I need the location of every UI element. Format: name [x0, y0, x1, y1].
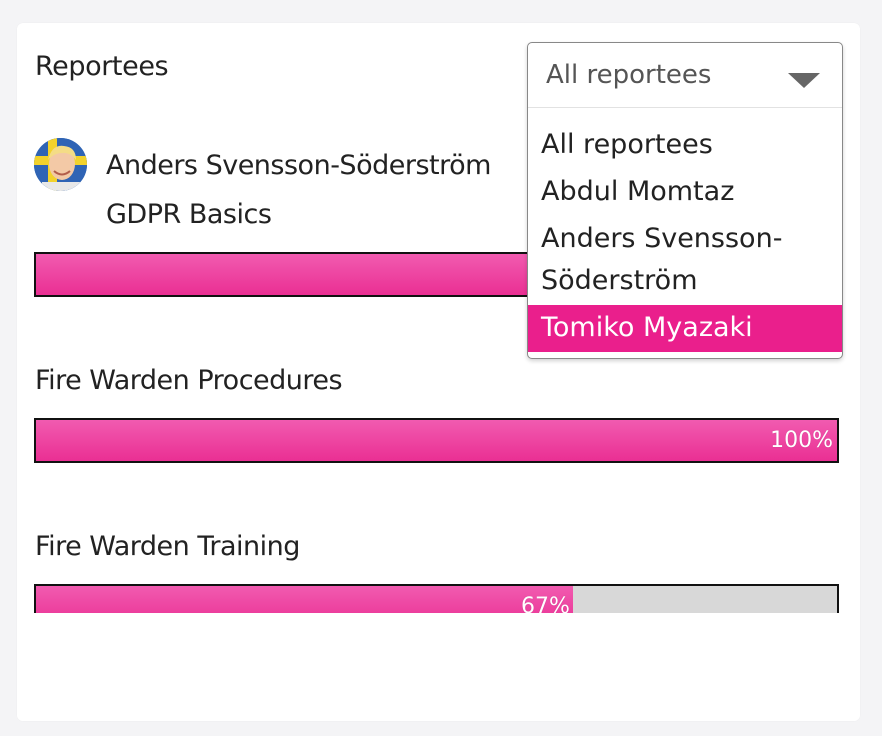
course-title-gdpr-basics: GDPR Basics: [106, 199, 272, 230]
reportees-card: Reportees Anders Svensson-Söderström GDP…: [17, 23, 860, 721]
dropdown-option-tomiko-myazaki[interactable]: Tomiko Myazaki: [528, 305, 842, 352]
reportee-filter-dropdown[interactable]: All reportees All reportees Abdul Momtaz…: [527, 42, 843, 359]
page-title: Reportees: [35, 51, 169, 82]
dropdown-trigger[interactable]: All reportees: [528, 43, 842, 108]
dropdown-selected-value: All reportees: [546, 60, 712, 90]
progress-label: 100%: [770, 428, 833, 453]
avatar-photo-icon: [34, 138, 87, 191]
reportee-name: Anders Svensson-Söderström: [106, 150, 491, 181]
chevron-down-icon[interactable]: [788, 73, 820, 88]
dropdown-options: All reportees Abdul Momtaz Anders Svenss…: [528, 108, 842, 358]
course-title-fire-warden-procedures: Fire Warden Procedures: [35, 365, 343, 396]
dropdown-option-abdul-momtaz[interactable]: Abdul Momtaz: [528, 169, 842, 216]
avatar: [34, 138, 87, 191]
progress-bar-fire-warden-procedures: 100%: [34, 418, 839, 463]
content-clip: [17, 613, 860, 721]
dropdown-option-all-reportees[interactable]: All reportees: [528, 122, 842, 169]
progress-fill: [36, 420, 837, 461]
course-title-fire-warden-training: Fire Warden Training: [35, 531, 300, 562]
dropdown-option-anders-svensson-soderstrom[interactable]: Anders Svensson-Söderström: [528, 216, 842, 305]
